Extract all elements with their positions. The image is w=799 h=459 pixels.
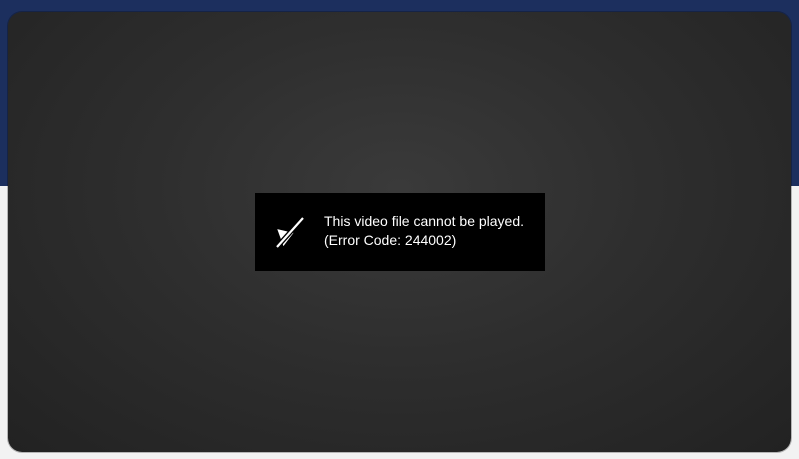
error-message-box: This video file cannot be played. (Error… [255, 193, 545, 271]
error-text: This video file cannot be played. (Error… [324, 212, 524, 250]
video-player[interactable]: This video file cannot be played. (Error… [8, 12, 791, 452]
error-code: (Error Code: 244002) [324, 232, 457, 248]
video-unavailable-icon [275, 216, 305, 249]
error-message: This video file cannot be played. [324, 213, 525, 229]
